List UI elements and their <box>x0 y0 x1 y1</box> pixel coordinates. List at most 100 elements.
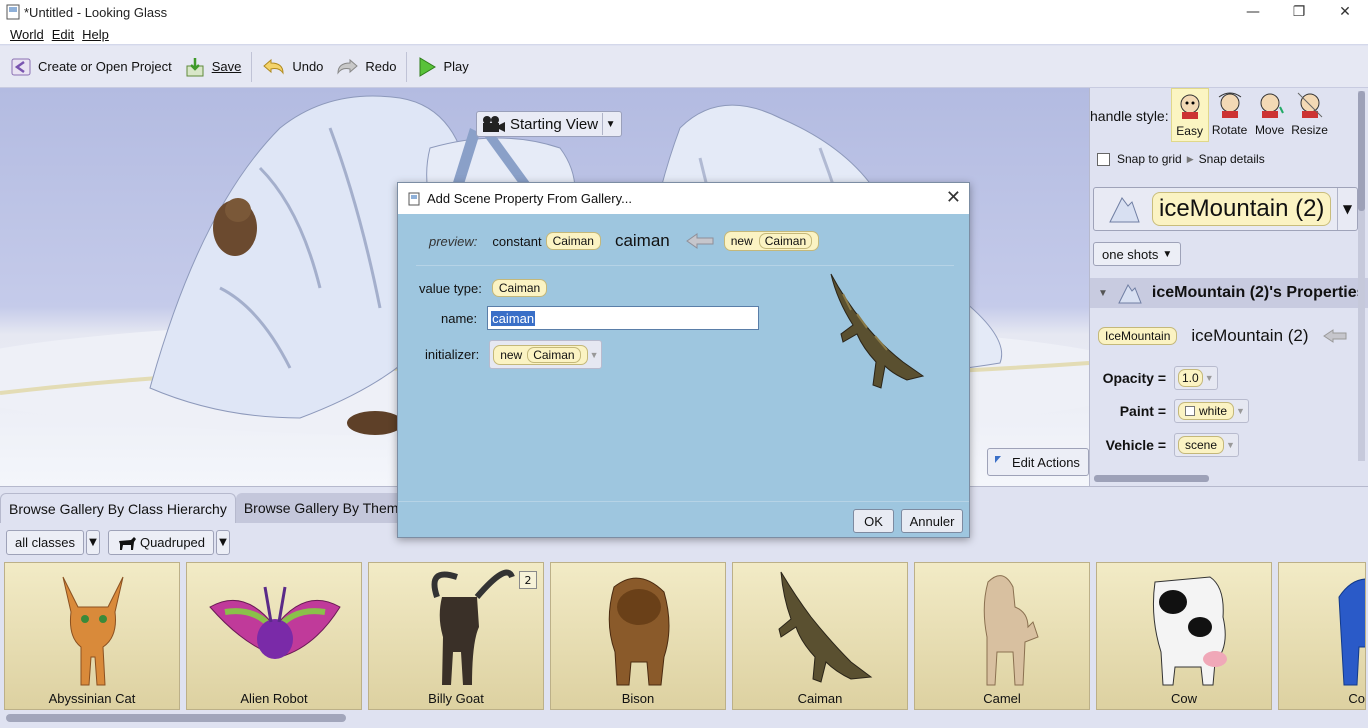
vehicle-value: scene <box>1178 436 1225 454</box>
properties-horizontal-scrollbar[interactable] <box>1094 475 1354 482</box>
gallery-controls: all classes ▼ Quadruped ▼ <box>6 530 238 555</box>
category-dropdown[interactable]: Quadruped <box>107 530 215 555</box>
close-icon[interactable]: ✕ <box>946 187 961 208</box>
edit-actions-icon <box>995 456 1001 463</box>
starting-view-selector[interactable]: Starting View ▼ <box>476 111 623 137</box>
paint-value-box[interactable]: white ▼ <box>1174 399 1249 423</box>
handle-rotate-label: Rotate <box>1211 123 1248 137</box>
left-arrow-icon <box>1322 329 1347 343</box>
preview-new-type-tile: Caiman <box>758 233 813 249</box>
gallery-item-label: Bison <box>621 691 655 706</box>
value-type-tile: Caiman <box>491 279 548 297</box>
selected-object-name: iceMountain (2) <box>1152 192 1332 226</box>
handle-rotate-button[interactable]: Rotate <box>1211 88 1249 142</box>
edit-actions-button[interactable]: Edit Actions <box>987 448 1089 476</box>
category-label: Quadruped <box>139 535 206 550</box>
restore-button[interactable]: ❐ <box>1276 0 1322 24</box>
gallery-tabs: Browse Gallery By Class Hierarchy Browse… <box>0 493 415 523</box>
tab-theme[interactable]: Browse Gallery By Theme <box>235 493 415 523</box>
edit-actions-label: Edit Actions <box>1012 454 1080 470</box>
window-title-bar: *Untitled - Looking Glass — ❐ ✕ <box>0 0 1368 24</box>
properties-vertical-scrollbar[interactable] <box>1358 91 1365 461</box>
tab-class-hierarchy[interactable]: Browse Gallery By Class Hierarchy <box>0 493 236 523</box>
gallery-item-billy-goat[interactable]: 2 Billy Goat <box>368 562 544 710</box>
initializer-row: initializer: new Caiman ▼ <box>425 340 603 369</box>
gallery-item-alien-robot[interactable]: Alien Robot <box>186 562 362 710</box>
gallery-item-caiman[interactable]: Caiman <box>732 562 908 710</box>
type-tile[interactable]: IceMountain <box>1098 327 1178 345</box>
vehicle-label: Vehicle = <box>1105 437 1166 453</box>
gallery-item-label: Caiman <box>797 691 843 706</box>
handle-easy-button[interactable]: Easy <box>1170 88 1209 142</box>
redo-button[interactable]: Redo <box>329 52 402 82</box>
initializer-label: initializer: <box>425 347 480 362</box>
gallery-item-bison[interactable]: Bison <box>550 562 726 710</box>
chevron-down-icon[interactable]: ▼ <box>602 113 618 135</box>
create-open-project-button[interactable]: Create or Open Project <box>4 52 178 82</box>
collapse-triangle-icon[interactable]: ▼ <box>1098 288 1108 299</box>
caiman-preview-image <box>830 273 925 389</box>
cow-image <box>1152 576 1227 686</box>
chevron-down-icon: ▼ <box>1236 406 1245 416</box>
expand-triangle-icon[interactable]: ▶ <box>1187 154 1194 165</box>
initializer-new-tile: new Caiman <box>493 344 588 365</box>
scrollbar-thumb[interactable] <box>1358 91 1365 211</box>
left-arrow-icon <box>685 233 714 249</box>
paint-row: Paint = white ▼ <box>1090 399 1249 423</box>
undo-button[interactable]: Undo <box>256 52 329 82</box>
initializer-dropdown[interactable]: new Caiman ▼ <box>489 340 603 369</box>
snap-to-grid-checkbox[interactable] <box>1097 152 1110 166</box>
cancel-button[interactable]: Annuler <box>901 509 963 533</box>
opacity-value-box[interactable]: 1.0 ▼ <box>1174 366 1218 390</box>
preview-new-label: new <box>730 234 753 248</box>
vehicle-row: Vehicle = scene ▼ <box>1090 433 1239 457</box>
properties-header[interactable]: ▼ iceMountain (2)'s Properties <box>1090 278 1368 308</box>
handle-move-button[interactable]: Move <box>1251 88 1289 142</box>
menu-help[interactable]: Help <box>82 27 109 42</box>
save-label: Save <box>211 59 242 74</box>
name-input-selected-text: caiman <box>491 310 536 326</box>
selected-object-selector[interactable]: iceMountain (2) ▼ <box>1093 187 1358 231</box>
starting-view-label: Starting View <box>510 115 599 133</box>
undo-icon <box>263 58 284 75</box>
menu-world[interactable]: World <box>10 27 44 42</box>
play-button[interactable]: Play <box>411 52 474 82</box>
handle-resize-button[interactable]: Resize <box>1291 88 1329 142</box>
dialog-footer: OK Annuler <box>398 501 969 537</box>
billy-goat-image <box>431 569 515 685</box>
gallery-item-camel[interactable]: Camel <box>914 562 1090 710</box>
gallery-item-abyssinian-cat[interactable]: Abyssinian Cat <box>4 562 180 710</box>
quadruped-icon <box>118 536 136 550</box>
opacity-value: 1.0 <box>1178 369 1203 387</box>
dialog-separator <box>416 265 954 266</box>
dialog-title-bar: Add Scene Property From Gallery... ✕ <box>398 183 969 214</box>
minimize-button[interactable]: — <box>1230 0 1276 24</box>
one-shots-dropdown[interactable]: one shots ▼ <box>1093 242 1182 266</box>
close-button[interactable]: ✕ <box>1322 0 1368 24</box>
value-type-row: value type: Caiman <box>419 279 548 297</box>
snap-details-label[interactable]: Snap details <box>1199 152 1265 166</box>
paint-value: white <box>1178 402 1235 420</box>
gallery-item-co[interactable]: Co <box>1278 562 1366 710</box>
chevron-down-icon[interactable]: ▼ <box>216 530 231 555</box>
chevron-down-icon[interactable]: ▼ <box>85 530 100 555</box>
opacity-label: Opacity = <box>1102 370 1166 386</box>
name-input[interactable]: caiman <box>487 306 760 330</box>
preview-type-tile: Caiman <box>545 232 601 250</box>
instance-name: iceMountain (2) <box>1191 326 1309 345</box>
gallery-item-label: Billy Goat <box>428 691 484 706</box>
redo-icon <box>337 58 359 75</box>
scrollbar-thumb[interactable] <box>1094 475 1209 482</box>
class-filter-dropdown[interactable]: all classes <box>6 530 84 555</box>
gallery-horizontal-scrollbar[interactable] <box>6 714 346 722</box>
vehicle-value-box[interactable]: scene ▼ <box>1174 433 1239 457</box>
gallery-item-cow[interactable]: Cow <box>1096 562 1272 710</box>
easy-handle-icon <box>1180 94 1200 119</box>
camera-icon <box>483 116 505 132</box>
save-button[interactable]: Save <box>178 52 248 82</box>
chevron-down-icon[interactable]: ▼ <box>1337 188 1357 230</box>
play-label: Play <box>443 59 469 74</box>
looking-glass-app-icon <box>6 4 20 20</box>
ok-button[interactable]: OK <box>853 509 894 533</box>
menu-edit[interactable]: Edit <box>52 27 74 42</box>
